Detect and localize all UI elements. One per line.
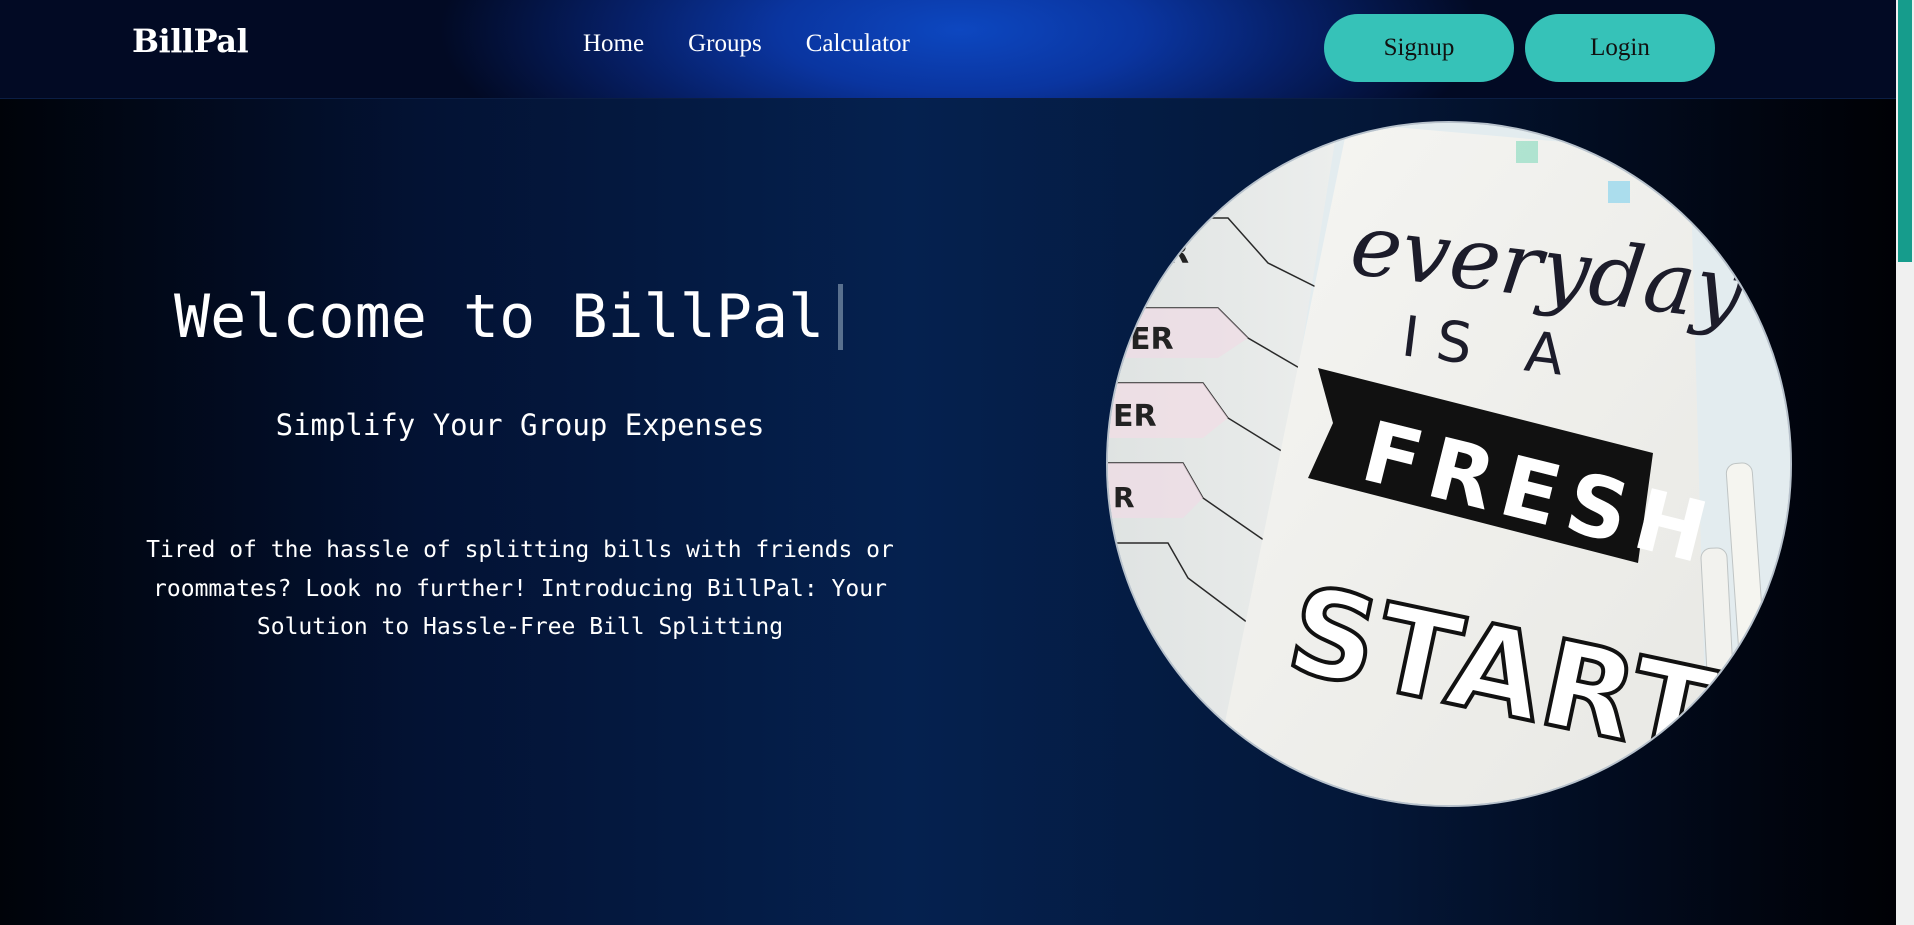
- signup-button[interactable]: Signup: [1324, 14, 1514, 82]
- hero-title-text: Welcome to BillPal: [174, 282, 825, 352]
- svg-text:ER: ER: [1130, 322, 1174, 357]
- login-button[interactable]: Login: [1525, 14, 1715, 82]
- main-area: BillPal Home Groups Calculator Signup Lo…: [0, 0, 1896, 925]
- svg-text:R: R: [1113, 481, 1135, 514]
- vertical-scrollbar[interactable]: [1896, 0, 1914, 925]
- nav-link-groups[interactable]: Groups: [688, 30, 762, 58]
- hero-title: Welcome to BillPal: [174, 282, 844, 352]
- svg-text:R: R: [1166, 236, 1189, 271]
- navbar: BillPal Home Groups Calculator Signup Lo…: [0, 0, 1896, 99]
- hero-image: R ER ER R everyday IS A FRESH START: [1106, 121, 1792, 807]
- nav-link-home[interactable]: Home: [583, 30, 644, 58]
- svg-text:ER: ER: [1113, 399, 1157, 434]
- text-cursor-icon: [838, 284, 844, 350]
- hero-subtitle: Simplify Your Group Expenses: [275, 408, 765, 442]
- nav-link-calculator[interactable]: Calculator: [806, 30, 910, 58]
- notebook-illustration: R ER ER R everyday IS A FRESH START: [1108, 123, 1790, 805]
- scrollbar-thumb[interactable]: [1898, 0, 1912, 262]
- page: BillPal Home Groups Calculator Signup Lo…: [0, 0, 1914, 925]
- nav-links: Home Groups Calculator: [583, 30, 910, 58]
- brand-logo[interactable]: BillPal: [132, 22, 249, 60]
- hero-description: Tired of the hassle of splitting bills w…: [146, 537, 894, 640]
